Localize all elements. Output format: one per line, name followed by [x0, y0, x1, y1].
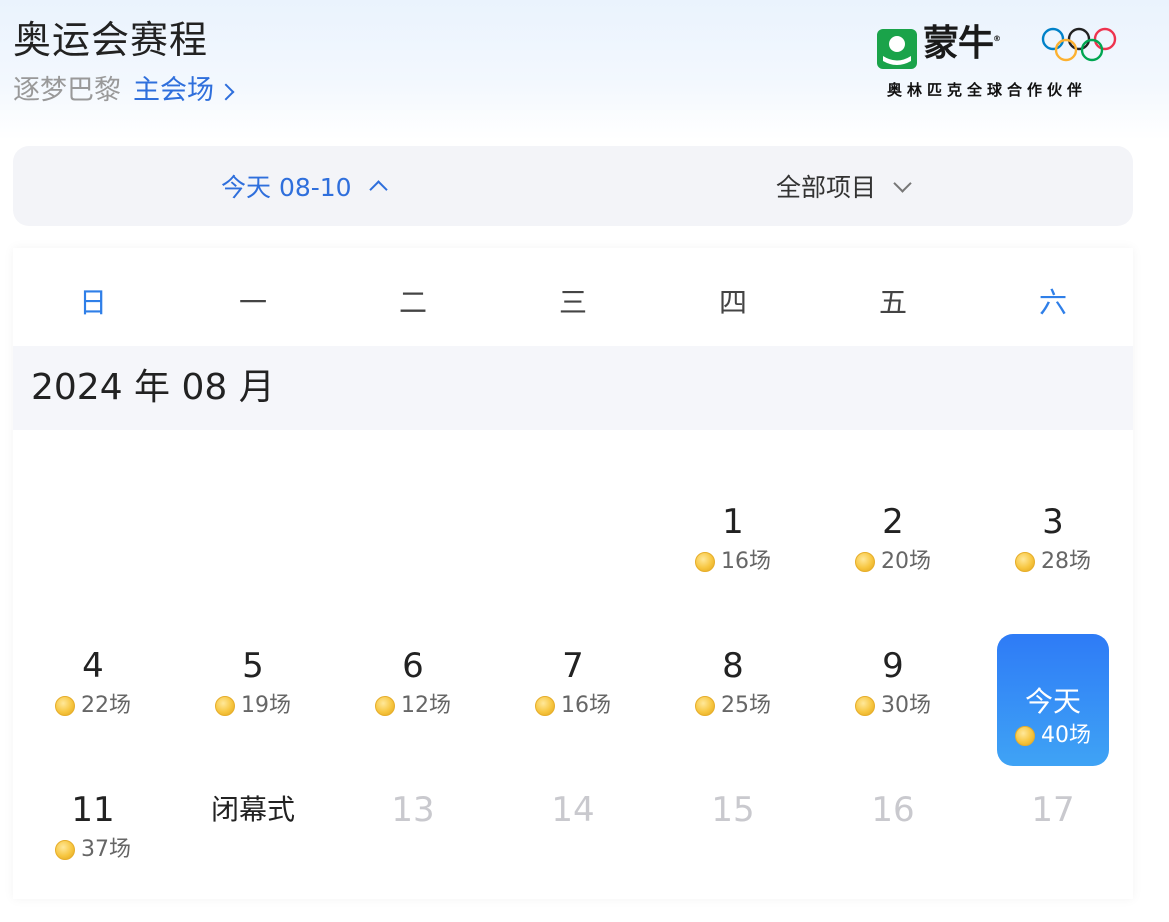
day-number: 15 — [711, 790, 755, 830]
day-number: 4 — [82, 646, 104, 686]
day-number: 14 — [551, 790, 595, 830]
olympic-rings-icon — [1041, 27, 1117, 62]
day-number: 13 — [391, 790, 435, 830]
coin-icon — [855, 552, 875, 572]
weekday-sun: 日 — [78, 286, 107, 319]
event-count: 20场 — [813, 548, 973, 576]
day-cell-future: 14 — [493, 778, 653, 922]
day-cell[interactable]: 8 25场 — [653, 634, 813, 778]
coin-icon — [695, 696, 715, 716]
day-label: 闭幕式 — [210, 793, 295, 826]
day-cell-future: 13 — [333, 778, 493, 922]
coin-icon — [1015, 726, 1035, 746]
day-cell-future: 17 — [973, 778, 1133, 922]
weekday-header: 日 一 二 三 四 五 六 — [13, 248, 1133, 346]
day-number: 3 — [1042, 502, 1064, 542]
day-cell[interactable]: 4 22场 — [13, 634, 173, 778]
weekday-thu: 四 — [718, 286, 747, 319]
weekday-mon: 一 — [238, 286, 267, 319]
day-number: 17 — [1031, 790, 1075, 830]
weekday-wed: 三 — [558, 286, 587, 319]
event-count: 22场 — [13, 692, 173, 720]
sponsor-banner[interactable]: 蒙牛® 奥林匹克全球合作伙伴 — [873, 22, 1123, 102]
mengniu-logo-icon — [877, 28, 917, 69]
day-cell[interactable]: 6 12场 — [333, 634, 493, 778]
day-cell[interactable]: 7 16场 — [493, 634, 653, 778]
coin-icon — [55, 696, 75, 716]
category-filter-label: 全部项目 — [776, 173, 877, 202]
day-number: 7 — [562, 646, 584, 686]
event-count: 28场 — [973, 548, 1133, 576]
day-cell-closing-ceremony[interactable]: 闭幕式 — [173, 778, 333, 922]
calendar-week: 11 37场 闭幕式 13 14 15 16 17 — [13, 778, 1133, 922]
coin-icon — [855, 696, 875, 716]
chevron-right-icon — [217, 83, 235, 101]
date-filter-label: 今天 08-10 — [221, 173, 352, 202]
calendar: 日 一 二 三 四 五 六 2024 年 08 月 1 16场 2 20场 3 — [13, 248, 1133, 899]
coin-icon — [535, 696, 555, 716]
subtitle: 逐梦巴黎 — [13, 75, 121, 106]
mengniu-logo: 蒙牛® — [877, 23, 1001, 73]
category-filter[interactable]: 全部项目 — [776, 146, 912, 226]
event-count: 25场 — [653, 692, 813, 720]
page-header: 奥运会赛程 逐梦巴黎 主会场 — [13, 14, 235, 108]
coin-icon — [215, 696, 235, 716]
day-number: 16 — [871, 790, 915, 830]
day-number: 11 — [71, 790, 115, 830]
chevron-down-icon — [893, 173, 912, 193]
day-cell[interactable]: 1 16场 — [653, 490, 813, 634]
filter-bar: 今天 08-10 全部项目 — [13, 146, 1133, 226]
weekday-sat: 六 — [1038, 286, 1067, 319]
day-number: 2 — [882, 502, 904, 542]
event-count: 30场 — [813, 692, 973, 720]
event-count: 37场 — [13, 836, 173, 864]
day-cell[interactable]: 11 37场 — [13, 778, 173, 922]
chevron-up-icon — [368, 180, 388, 199]
coin-icon — [695, 552, 715, 572]
event-count: 40场 — [973, 722, 1133, 750]
day-number: 9 — [882, 646, 904, 686]
day-number: 1 — [722, 502, 744, 542]
calendar-week: 1 16场 2 20场 3 28场 — [13, 490, 1133, 634]
venue-link[interactable]: 主会场 — [133, 74, 235, 108]
event-count: 16场 — [653, 548, 813, 576]
event-count: 12场 — [333, 692, 493, 720]
day-number: 6 — [402, 646, 424, 686]
coin-icon — [1015, 552, 1035, 572]
day-cell[interactable]: 9 30场 — [813, 634, 973, 778]
subtitle-row: 逐梦巴黎 主会场 — [13, 74, 235, 108]
day-cell-empty — [333, 490, 493, 634]
page-title: 奥运会赛程 — [13, 18, 209, 62]
sponsor-caption: 奥林匹克全球合作伙伴 — [887, 81, 1088, 99]
calendar-grid: 1 16场 2 20场 3 28场 4 22场 5 19场 6 12场 7 16… — [13, 430, 1133, 922]
day-number: 今天 — [1024, 685, 1081, 718]
weekday-fri: 五 — [878, 286, 907, 319]
coin-icon — [55, 840, 75, 860]
day-cell-today[interactable]: 今天 40场 — [973, 634, 1133, 778]
venue-link-label: 主会场 — [133, 75, 214, 106]
day-number: 5 — [242, 646, 264, 686]
day-cell[interactable]: 5 19场 — [173, 634, 333, 778]
weekday-tue: 二 — [398, 286, 427, 319]
date-filter[interactable]: 今天 08-10 — [221, 146, 388, 226]
month-bar: 2024 年 08 月 — [13, 346, 1133, 430]
day-cell[interactable]: 2 20场 — [813, 490, 973, 634]
calendar-week: 4 22场 5 19场 6 12场 7 16场 8 25场 9 30场 今天 4… — [13, 634, 1133, 778]
event-count: 19场 — [173, 692, 333, 720]
brand-name: 蒙牛® — [923, 23, 1001, 64]
day-cell-future: 15 — [653, 778, 813, 922]
day-cell[interactable]: 3 28场 — [973, 490, 1133, 634]
day-cell-future: 16 — [813, 778, 973, 922]
month-title: 2024 年 08 月 — [31, 367, 275, 408]
day-number: 8 — [722, 646, 744, 686]
day-cell-empty — [493, 490, 653, 634]
event-count: 16场 — [493, 692, 653, 720]
day-cell-empty — [13, 490, 173, 634]
coin-icon — [375, 696, 395, 716]
day-cell-empty — [173, 490, 333, 634]
